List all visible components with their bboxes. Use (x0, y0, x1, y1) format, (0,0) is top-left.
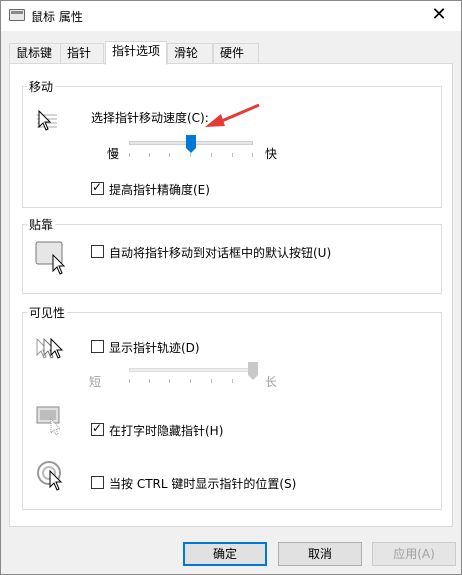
ok-button[interactable]: 确定 (183, 542, 267, 566)
speed-slow-label: 慢 (107, 147, 120, 161)
tab-hardware[interactable]: 硬件 (213, 43, 259, 64)
trails-checkbox[interactable] (91, 340, 104, 353)
pointer-speed-icon (37, 109, 57, 131)
tab-pointer-options[interactable]: 指针选项 (105, 41, 167, 65)
trails-short-label: 短 (89, 375, 102, 389)
snap-to-icon (35, 241, 66, 275)
snap-label: 自动将指针移动到对话框中的默认按钮(U) (109, 246, 332, 260)
visibility-group-title: 可见性 (27, 304, 68, 321)
show-location-icon (37, 461, 63, 491)
window-title: 鼠标 属性 (31, 10, 83, 24)
apply-button[interactable]: 应用(A) (372, 542, 456, 566)
hide-while-typing-checkbox[interactable] (91, 421, 104, 436)
title-bar: 鼠标 属性 ✕ (1, 1, 461, 31)
speed-fast-label: 快 (265, 147, 278, 161)
motion-group: 移动 选择指针移动速度(C): 慢 快 ✓ 提高指针精确度(E) (22, 78, 442, 208)
trails-slider-track[interactable] (129, 368, 253, 372)
snap-group-title: 贴靠 (27, 216, 56, 233)
snap-group: 贴靠 自动将指针移动到对话框中的默认按钮(U) (22, 216, 442, 294)
trails-label: 显示指针轨迹(D) (109, 341, 200, 355)
hide-while-typing-label: 在打字时隐藏指针(H) (109, 424, 224, 438)
annotation-arrow-icon (205, 103, 260, 127)
snap-checkbox[interactable] (91, 245, 104, 258)
tab-pointers[interactable]: 指针 (60, 43, 104, 64)
ctrl-location-label: 当按 CTRL 键时显示指针的位置(S) (109, 477, 297, 491)
speed-slider-thumb[interactable] (186, 135, 196, 153)
mouse-properties-dialog: 鼠标 属性 ✕ 鼠标键 指针 指针选项 滑轮 硬件 移动 选择指针移动速度(C)… (0, 0, 462, 575)
cancel-button[interactable]: 取消 (278, 542, 362, 566)
ctrl-location-checkbox[interactable] (91, 476, 104, 489)
precision-label: 提高指针精确度(E) (109, 183, 210, 197)
precision-checkbox[interactable] (91, 180, 104, 195)
hide-while-typing-icon (36, 406, 62, 436)
tab-wheel[interactable]: 滑轮 (167, 43, 213, 64)
close-button[interactable]: ✕ (425, 3, 453, 29)
trails-slider-thumb[interactable] (248, 362, 258, 380)
mouse-app-icon (9, 9, 25, 21)
tab-buttons[interactable]: 鼠标键 (9, 43, 61, 64)
motion-group-title: 移动 (27, 78, 56, 95)
visibility-group: 可见性 显示指针轨迹(D) 短 长 ✓ 在打字时隐藏指针(H) 当按 CTRL … (22, 304, 442, 510)
tab-panel: 移动 选择指针移动速度(C): 慢 快 ✓ 提高指针精确度(E) 贴靠 自动将指… (9, 63, 453, 527)
pointer-trails-icon (36, 337, 64, 359)
trails-long-label: 长 (265, 375, 278, 389)
speed-label: 选择指针移动速度(C): (91, 111, 209, 125)
